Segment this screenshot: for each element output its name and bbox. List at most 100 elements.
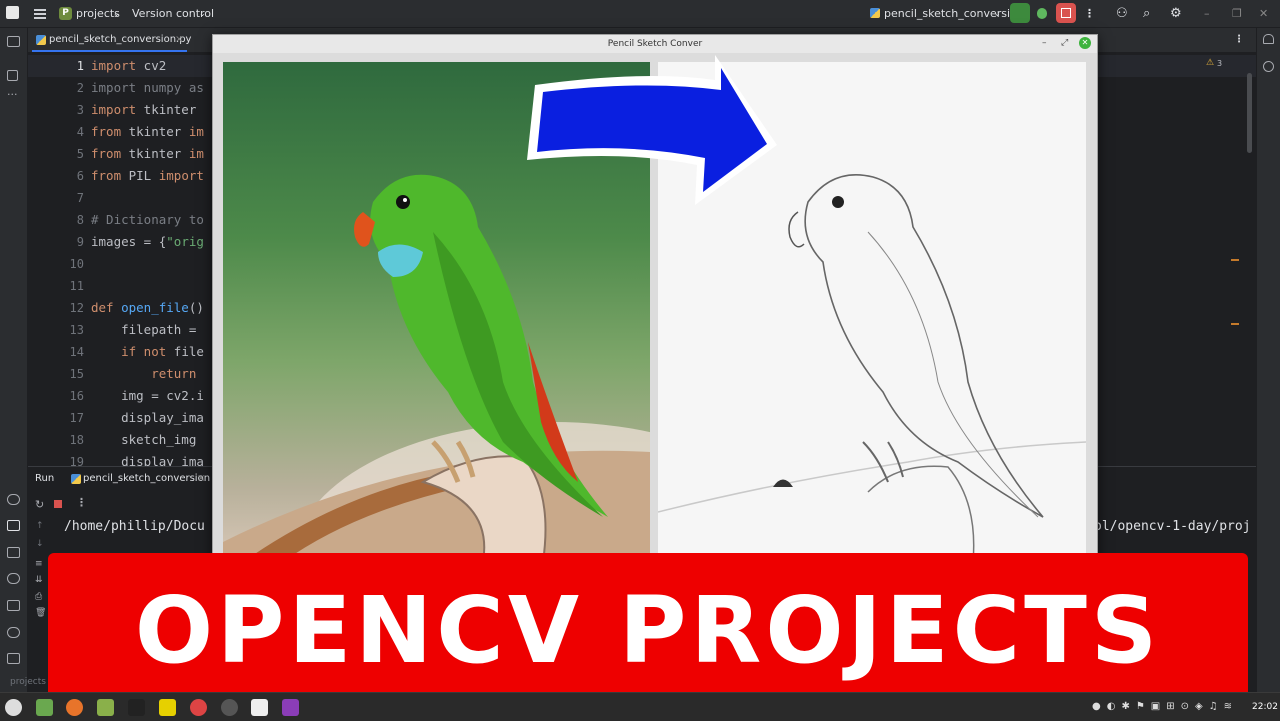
python-file-icon xyxy=(36,35,46,45)
start-menu-icon[interactable] xyxy=(5,699,22,716)
code-line: img = cv2.i xyxy=(91,388,204,403)
line-number: 14 xyxy=(69,345,84,359)
terminal-app-icon[interactable] xyxy=(128,699,145,716)
system-clock[interactable]: 22:02 xyxy=(1252,693,1278,721)
tab-run-config[interactable]: pencil_sketch_conversion xyxy=(83,467,210,491)
app-maximize-icon[interactable]: ⤢ xyxy=(1061,38,1068,48)
line-number: 11 xyxy=(69,279,84,293)
git-icon[interactable] xyxy=(7,653,20,664)
scroll-up-icon[interactable]: ↑ xyxy=(36,521,44,531)
services-icon[interactable] xyxy=(7,573,20,584)
search-icon[interactable]: ⌕ xyxy=(1143,0,1150,27)
code-line: def open_file() xyxy=(91,300,204,315)
notifications-icon[interactable] xyxy=(1263,34,1274,44)
chevron-down-icon[interactable]: ⌄ xyxy=(994,0,1001,27)
code-line: from tkinter im xyxy=(91,146,204,161)
line-number: 15 xyxy=(69,367,84,381)
run-config-selector[interactable]: pencil_sketch_conversion xyxy=(884,0,1024,27)
code-line: from tkinter im xyxy=(91,124,204,139)
code-line: import cv2 xyxy=(91,58,167,73)
main-menu-icon[interactable] xyxy=(34,9,46,11)
video-app-icon[interactable] xyxy=(282,699,299,716)
system-taskbar: ●◐✱⚑▣⊞⊙◈♫≋ 22:02 xyxy=(0,692,1280,721)
structure-icon[interactable] xyxy=(7,70,18,81)
chevron-down-icon[interactable]: ⌄ xyxy=(113,0,120,27)
trash-icon[interactable]: 🗑 xyxy=(35,608,46,618)
close-tab-icon[interactable]: × xyxy=(197,467,205,491)
app-logo-icon[interactable] xyxy=(6,6,19,19)
python-file-icon xyxy=(71,474,81,484)
line-number: 2 xyxy=(76,81,84,95)
more-tools-icon[interactable]: ··· xyxy=(7,88,18,101)
line-number: 5 xyxy=(76,147,84,161)
terminal-icon[interactable] xyxy=(7,600,20,611)
line-number: 17 xyxy=(69,411,84,425)
project-badge: P xyxy=(59,7,72,20)
code-line: import numpy as xyxy=(91,80,204,95)
tab-pencil-sketch-conversion[interactable]: pencil_sketch_conversion.py xyxy=(49,28,191,52)
more-actions-icon[interactable]: ⋮ xyxy=(1084,0,1095,27)
stop-icon[interactable] xyxy=(54,500,62,508)
title-banner: OPENCV PROJECTS xyxy=(48,553,1248,709)
code-line: display_ima xyxy=(91,410,204,425)
line-number: 10 xyxy=(69,257,84,271)
banner-title: OPENCV PROJECTS xyxy=(134,577,1162,684)
pycharm-app-icon[interactable] xyxy=(251,699,268,716)
files-app-icon[interactable] xyxy=(36,699,53,716)
python-file-icon xyxy=(870,8,880,18)
folder-icon[interactable] xyxy=(7,36,20,47)
error-stripe-mark[interactable] xyxy=(1231,323,1239,325)
browser-app-icon[interactable] xyxy=(190,699,207,716)
editor-app-icon[interactable] xyxy=(97,699,114,716)
close-tab-icon[interactable]: × xyxy=(175,28,183,52)
stop-button[interactable] xyxy=(1056,3,1076,23)
conversion-arrow-icon xyxy=(527,55,777,205)
layers-icon[interactable] xyxy=(7,547,20,558)
tray-icons[interactable]: ●◐✱⚑▣⊞⊙◈♫≋ xyxy=(1092,701,1238,712)
code-line: # Dictionary to xyxy=(91,212,204,227)
scrollbar[interactable] xyxy=(1247,73,1252,153)
app-close-icon[interactable]: ✕ xyxy=(1079,37,1091,49)
right-tool-strip xyxy=(1256,28,1280,692)
status-project-breadcrumb[interactable]: projects xyxy=(10,677,46,687)
rerun-button[interactable] xyxy=(1010,3,1030,23)
line-number: 12 xyxy=(69,301,84,315)
gear-icon[interactable]: ⚙ xyxy=(1170,0,1182,27)
ai-assistant-icon[interactable] xyxy=(1263,61,1274,72)
soft-wrap-icon[interactable]: ≡ xyxy=(35,559,43,569)
warnings-count[interactable]: 3 xyxy=(1217,59,1222,68)
notes-app-icon[interactable] xyxy=(159,699,176,716)
error-stripe-mark[interactable] xyxy=(1231,259,1239,261)
console-output-right: ol/opencv-1-day/proj xyxy=(1094,519,1251,534)
window-restore-icon[interactable]: ❐ xyxy=(1232,0,1242,27)
python-packages-icon[interactable] xyxy=(7,494,20,505)
line-number: 16 xyxy=(69,389,84,403)
code-line: filepath = xyxy=(91,322,204,337)
tab-active-underline xyxy=(32,50,187,52)
firefox-app-icon[interactable] xyxy=(66,699,83,716)
window-close-icon[interactable]: ✕ xyxy=(1259,0,1268,27)
add-user-icon[interactable]: ⚇ xyxy=(1116,0,1128,27)
tab-run[interactable]: Run xyxy=(35,467,54,491)
window-minimize-icon[interactable]: – xyxy=(1204,0,1210,27)
line-number: 13 xyxy=(69,323,84,337)
more-tabs-icon[interactable]: ⋮ xyxy=(1234,28,1244,52)
run-tool-icon[interactable] xyxy=(7,520,20,531)
line-number: 1 xyxy=(76,59,84,73)
more-actions-icon[interactable]: ⋮ xyxy=(76,496,87,509)
line-number: 3 xyxy=(76,103,84,117)
print-icon[interactable]: ⎙ xyxy=(35,592,42,602)
rerun-icon[interactable]: ↻ xyxy=(35,498,44,511)
line-number: 6 xyxy=(76,169,84,183)
code-line: if not file xyxy=(91,344,204,359)
code-line: sketch_img xyxy=(91,432,197,447)
warning-icon[interactable]: ⚠ xyxy=(1206,58,1214,68)
settings-app-icon[interactable] xyxy=(221,699,238,716)
problems-icon[interactable] xyxy=(7,627,20,638)
chevron-down-icon[interactable]: ⌄ xyxy=(199,0,206,27)
line-number: 7 xyxy=(76,191,84,205)
scroll-to-end-icon[interactable]: ⇊ xyxy=(35,575,43,585)
app-minimize-icon[interactable]: – xyxy=(1042,38,1047,48)
scroll-down-icon[interactable]: ↓ xyxy=(36,539,44,549)
debug-icon[interactable] xyxy=(1037,8,1047,19)
